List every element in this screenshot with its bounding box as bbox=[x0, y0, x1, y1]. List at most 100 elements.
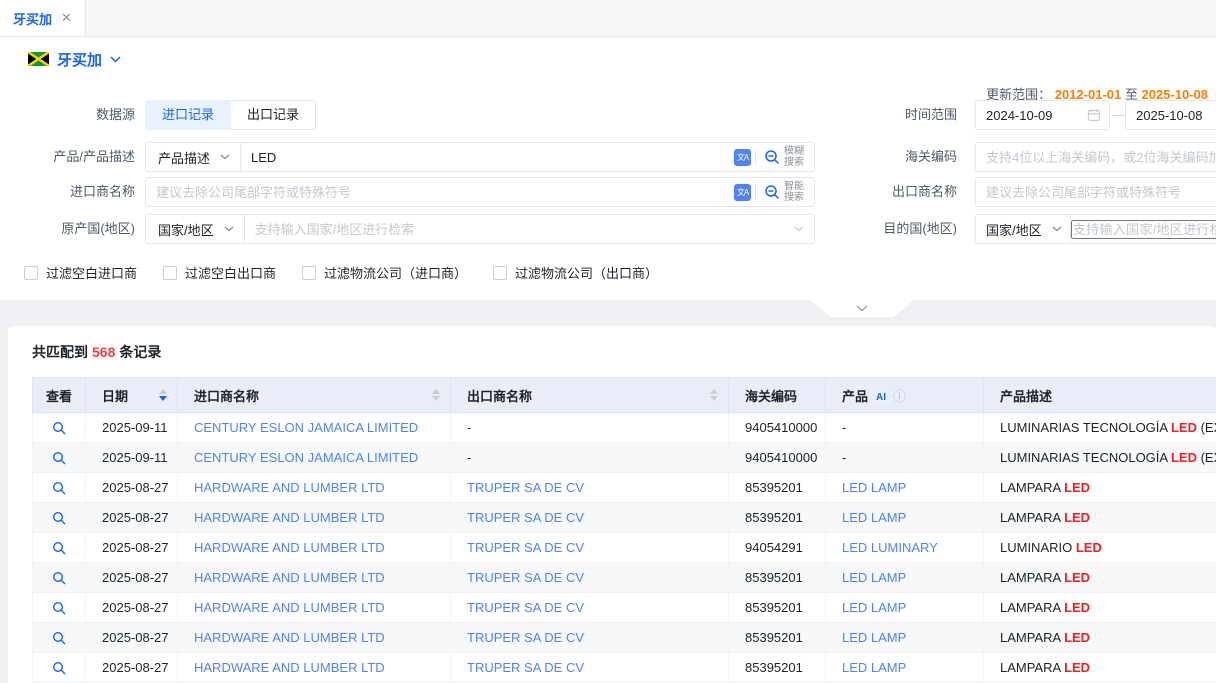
cell-importer[interactable]: CENTURY ESLON JAMAICA LIMITED bbox=[178, 413, 451, 443]
cell-importer[interactable]: HARDWARE AND LUMBER LTD bbox=[178, 563, 451, 593]
cell-importer[interactable]: CENTURY ESLON JAMAICA LIMITED bbox=[178, 443, 451, 473]
magnifier-icon bbox=[52, 631, 67, 646]
results-table: 查看 日期 进口商名称 出口商名称 海关编码 产品AIⓘ 产品描述 2025-0… bbox=[32, 377, 1216, 683]
cell-product[interactable]: LED LAMP bbox=[826, 623, 984, 653]
cell-description: LAMPARA LED bbox=[984, 593, 1216, 623]
exporter-input[interactable] bbox=[976, 179, 1216, 205]
cell-product[interactable]: LED LUMINARY bbox=[826, 533, 984, 563]
checkbox-icon[interactable] bbox=[493, 266, 507, 280]
cell-exporter[interactable]: TRUPER SA DE CV bbox=[451, 653, 729, 683]
view-record-button[interactable] bbox=[52, 601, 67, 616]
importer-input[interactable] bbox=[146, 179, 734, 205]
cell-exporter[interactable]: TRUPER SA DE CV bbox=[451, 473, 729, 503]
origin-country-input[interactable] bbox=[245, 216, 794, 242]
cell-importer[interactable]: HARDWARE AND LUMBER LTD bbox=[178, 653, 451, 683]
cell-importer[interactable]: HARDWARE AND LUMBER LTD bbox=[178, 623, 451, 653]
cell-importer[interactable]: HARDWARE AND LUMBER LTD bbox=[178, 533, 451, 563]
cell-date: 2025-09-11 bbox=[86, 413, 178, 443]
hscode-input[interactable] bbox=[976, 144, 1216, 170]
cell-importer[interactable]: HARDWARE AND LUMBER LTD bbox=[178, 473, 451, 503]
cell-product[interactable]: LED LAMP bbox=[826, 473, 984, 503]
cell-exporter[interactable]: TRUPER SA DE CV bbox=[451, 623, 729, 653]
col-view: 查看 bbox=[33, 378, 86, 413]
checkbox-filter-logistics-exporter[interactable]: 过滤物流公司（出口商） bbox=[493, 263, 658, 282]
cell-product[interactable]: LED LAMP bbox=[826, 593, 984, 623]
results-panel: 共匹配到568条记录 查看 日期 进口商名称 出口商名称 海关编码 产品AIⓘ … bbox=[8, 326, 1216, 683]
checkbox-icon[interactable] bbox=[302, 266, 316, 280]
product-type-value: 产品描述 bbox=[158, 148, 210, 167]
sort-icon-exporter[interactable] bbox=[710, 389, 718, 401]
info-icon[interactable]: ⓘ bbox=[893, 389, 906, 404]
view-record-button[interactable] bbox=[52, 631, 67, 646]
start-date-input[interactable]: 2024-10-09 bbox=[975, 100, 1110, 130]
jamaica-flag-icon bbox=[28, 52, 49, 66]
desc-text: LAMPARA bbox=[1000, 600, 1064, 615]
desc-highlight: LED bbox=[1064, 570, 1090, 585]
desc-text: LUMINARIO bbox=[1000, 540, 1076, 555]
view-record-button[interactable] bbox=[52, 481, 67, 496]
col-product-label: 产品 bbox=[842, 389, 868, 404]
product-input[interactable] bbox=[241, 144, 734, 170]
cell-hscode: 85395201 bbox=[729, 563, 826, 593]
col-description: 产品描述 bbox=[984, 378, 1216, 413]
cell-description: LUMINARIO LED bbox=[984, 533, 1216, 563]
destination-country-select[interactable]: 国家/地区 bbox=[976, 215, 1071, 243]
col-date[interactable]: 日期 bbox=[86, 378, 178, 413]
tab-bar: 牙买加 ✕ bbox=[0, 0, 1216, 37]
desc-highlight: LED bbox=[1064, 660, 1090, 675]
cell-product[interactable]: LED LAMP bbox=[826, 563, 984, 593]
import-records-button[interactable]: 进口记录 bbox=[145, 100, 231, 130]
translate-icon[interactable]: 文A bbox=[734, 149, 751, 166]
destination-country-input[interactable] bbox=[1071, 220, 1216, 239]
cell-exporter[interactable]: TRUPER SA DE CV bbox=[451, 533, 729, 563]
collapse-panel-button[interactable] bbox=[810, 300, 914, 317]
end-date-input[interactable]: 2025-10-08 bbox=[1125, 100, 1216, 130]
checkbox-filter-blank-importer[interactable]: 过滤空白进口商 bbox=[24, 263, 137, 282]
origin-country-select[interactable]: 国家/地区 bbox=[146, 215, 245, 243]
view-record-button[interactable] bbox=[52, 661, 67, 676]
close-icon[interactable]: ✕ bbox=[61, 10, 72, 26]
cell-product[interactable]: LED LAMP bbox=[826, 503, 984, 533]
checkbox-filter-logistics-importer[interactable]: 过滤物流公司（进口商） bbox=[302, 263, 467, 282]
cell-exporter[interactable]: TRUPER SA DE CV bbox=[451, 593, 729, 623]
view-record-button[interactable] bbox=[52, 451, 67, 466]
view-record-button[interactable] bbox=[52, 511, 67, 526]
view-record-button[interactable] bbox=[52, 541, 67, 556]
view-record-button[interactable] bbox=[52, 571, 67, 586]
col-importer[interactable]: 进口商名称 bbox=[178, 378, 451, 413]
col-hscode: 海关编码 bbox=[729, 378, 826, 413]
chevron-down-icon[interactable] bbox=[110, 56, 121, 63]
calendar-icon bbox=[1087, 108, 1101, 122]
hscode-field bbox=[975, 142, 1216, 172]
cell-importer[interactable]: HARDWARE AND LUMBER LTD bbox=[178, 503, 451, 533]
checkbox-label: 过滤物流公司（出口商） bbox=[515, 263, 658, 282]
product-type-select[interactable]: 产品描述 bbox=[146, 143, 241, 171]
col-date-label: 日期 bbox=[102, 386, 128, 405]
cell-exporter[interactable]: TRUPER SA DE CV bbox=[451, 503, 729, 533]
cell-product[interactable]: LED LAMP bbox=[826, 653, 984, 683]
checkbox-filter-blank-exporter[interactable]: 过滤空白出口商 bbox=[163, 263, 276, 282]
sort-icon-date[interactable] bbox=[159, 389, 167, 401]
datasource-toggle: 进口记录 出口记录 bbox=[145, 100, 316, 130]
cell-hscode: 85395201 bbox=[729, 623, 826, 653]
cell-exporter[interactable]: TRUPER SA DE CV bbox=[451, 563, 729, 593]
magnifier-icon bbox=[52, 481, 67, 496]
translate-icon[interactable]: 文A bbox=[734, 184, 751, 201]
col-exporter[interactable]: 出口商名称 bbox=[451, 378, 729, 413]
checkbox-icon[interactable] bbox=[163, 266, 177, 280]
cell-date: 2025-08-27 bbox=[86, 623, 178, 653]
col-exporter-label: 出口商名称 bbox=[467, 386, 532, 405]
view-record-button[interactable] bbox=[52, 421, 67, 436]
cell-description: LAMPARA LED bbox=[984, 473, 1216, 503]
filter-row-datasource: 数据源 进口记录 出口记录 时间范围 2024-10-09 — 2025-10-… bbox=[0, 100, 1216, 130]
tab-label: 牙买加 bbox=[13, 9, 52, 28]
export-records-button[interactable]: 出口记录 bbox=[231, 100, 316, 130]
app-window: 牙买加 ✕ 牙买加 更新范围： 2012-01-01 至 2025-10-08 … bbox=[0, 0, 1216, 683]
cell-importer[interactable]: HARDWARE AND LUMBER LTD bbox=[178, 593, 451, 623]
desc-highlight: LED bbox=[1064, 600, 1090, 615]
cell-date: 2025-09-11 bbox=[86, 443, 178, 473]
checkbox-icon[interactable] bbox=[24, 266, 38, 280]
cell-hscode: 85395201 bbox=[729, 593, 826, 623]
tab-jamaica[interactable]: 牙买加 ✕ bbox=[0, 0, 86, 36]
sort-icon-importer[interactable] bbox=[432, 389, 440, 401]
